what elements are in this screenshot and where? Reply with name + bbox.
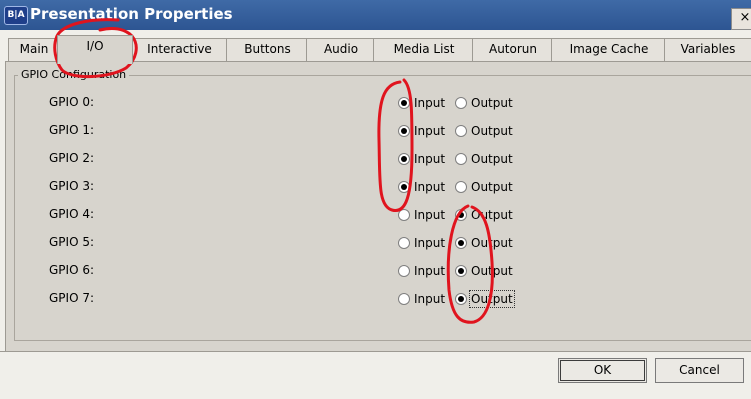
tab-interactive[interactable]: Interactive [130, 38, 229, 61]
radio-dot-icon[interactable] [455, 237, 467, 249]
radio-dot-icon[interactable] [398, 125, 410, 137]
radio-dot-icon[interactable] [398, 97, 410, 109]
input-radio[interactable]: Input [398, 179, 445, 195]
radio-dot-icon[interactable] [398, 237, 410, 249]
gpio-label: GPIO 4: [49, 207, 95, 221]
io-tab-panel: GPIO Configuration GPIO 0: Input Output GPI… [5, 61, 751, 352]
input-radio-label: Input [414, 180, 446, 194]
radio-dot-icon[interactable] [455, 265, 467, 277]
gpio-row: GPIO 5: Input Output [15, 232, 751, 254]
input-radio[interactable]: Input [398, 235, 445, 251]
tab-variables[interactable]: Variables [664, 38, 751, 61]
gpio-label: GPIO 0: [49, 95, 95, 109]
input-radio-label: Input [414, 124, 446, 138]
input-radio-label: Input [414, 264, 446, 278]
output-radio[interactable]: Output [455, 207, 513, 223]
window-title: Presentation Properties [30, 5, 233, 23]
radio-dot-icon[interactable] [455, 181, 467, 193]
output-radio-label: Output [471, 124, 513, 138]
close-icon[interactable]: × [731, 8, 751, 30]
input-radio[interactable]: Input [398, 263, 445, 279]
radio-dot-icon[interactable] [455, 293, 467, 305]
gpio-row: GPIO 2: Input Output [15, 148, 751, 170]
tab-strip: Main I/O Interactive Buttons Audio Media… [0, 35, 751, 64]
input-radio[interactable]: Input [398, 95, 445, 111]
input-radio[interactable]: Input [398, 291, 445, 307]
radio-dot-icon[interactable] [455, 209, 467, 221]
radio-dot-icon[interactable] [398, 293, 410, 305]
gpio-label: GPIO 3: [49, 179, 95, 193]
gpio-label: GPIO 5: [49, 235, 95, 249]
gpio-row: GPIO 3: Input Output [15, 176, 751, 198]
output-radio[interactable]: Output [455, 95, 513, 111]
output-radio[interactable]: Output [455, 263, 513, 279]
gpio-row: GPIO 4: Input Output [15, 204, 751, 226]
tab-main[interactable]: Main [8, 38, 60, 61]
tab-image-cache[interactable]: Image Cache [551, 38, 667, 61]
input-radio-label: Input [414, 292, 446, 306]
output-radio[interactable]: Output [455, 235, 513, 251]
dialog-body: Main I/O Interactive Buttons Audio Media… [0, 30, 751, 399]
divider [0, 351, 751, 352]
output-radio-label: Output [471, 180, 513, 194]
gpio-row: GPIO 0: Input Output [15, 92, 751, 114]
output-radio-label: Output [471, 96, 513, 110]
output-radio-label: Output [471, 236, 513, 250]
tab-buttons[interactable]: Buttons [226, 38, 309, 61]
radio-dot-icon[interactable] [455, 97, 467, 109]
gpio-configuration-group: GPIO Configuration GPIO 0: Input Output GPI… [14, 68, 751, 341]
app-logo-icon: B|A [4, 6, 28, 25]
input-radio-label: Input [414, 152, 446, 166]
output-radio-label: Output [471, 152, 513, 166]
tab-io[interactable]: I/O [57, 35, 133, 64]
output-radio-label: Output [469, 290, 515, 308]
output-radio[interactable]: Output [455, 151, 513, 167]
radio-dot-icon[interactable] [455, 125, 467, 137]
radio-dot-icon[interactable] [398, 265, 410, 277]
gpio-label: GPIO 2: [49, 151, 95, 165]
output-radio-label: Output [471, 208, 513, 222]
gpio-row: GPIO 1: Input Output [15, 120, 751, 142]
tab-audio[interactable]: Audio [306, 38, 376, 61]
group-title: GPIO Configuration [18, 68, 130, 81]
input-radio-label: Input [414, 96, 446, 110]
input-radio[interactable]: Input [398, 207, 445, 223]
gpio-row: GPIO 6: Input Output [15, 260, 751, 282]
radio-dot-icon[interactable] [398, 209, 410, 221]
input-radio[interactable]: Input [398, 151, 445, 167]
tab-autorun[interactable]: Autorun [472, 38, 554, 61]
radio-dot-icon[interactable] [455, 153, 467, 165]
output-radio[interactable]: Output [455, 123, 513, 139]
gpio-label: GPIO 7: [49, 291, 95, 305]
ok-button[interactable]: OK [558, 358, 647, 383]
output-radio[interactable]: Output [455, 290, 515, 308]
input-radio-label: Input [414, 236, 446, 250]
cancel-button[interactable]: Cancel [655, 358, 744, 383]
output-radio-label: Output [471, 264, 513, 278]
gpio-label: GPIO 6: [49, 263, 95, 277]
radio-dot-icon[interactable] [398, 153, 410, 165]
tab-media-list[interactable]: Media List [373, 38, 475, 61]
output-radio[interactable]: Output [455, 179, 513, 195]
input-radio[interactable]: Input [398, 123, 445, 139]
input-radio-label: Input [414, 208, 446, 222]
gpio-row: GPIO 7: Input Output [15, 288, 751, 310]
title-bar[interactable]: B|A Presentation Properties × [0, 0, 751, 30]
radio-dot-icon[interactable] [398, 181, 410, 193]
gpio-label: GPIO 1: [49, 123, 95, 137]
